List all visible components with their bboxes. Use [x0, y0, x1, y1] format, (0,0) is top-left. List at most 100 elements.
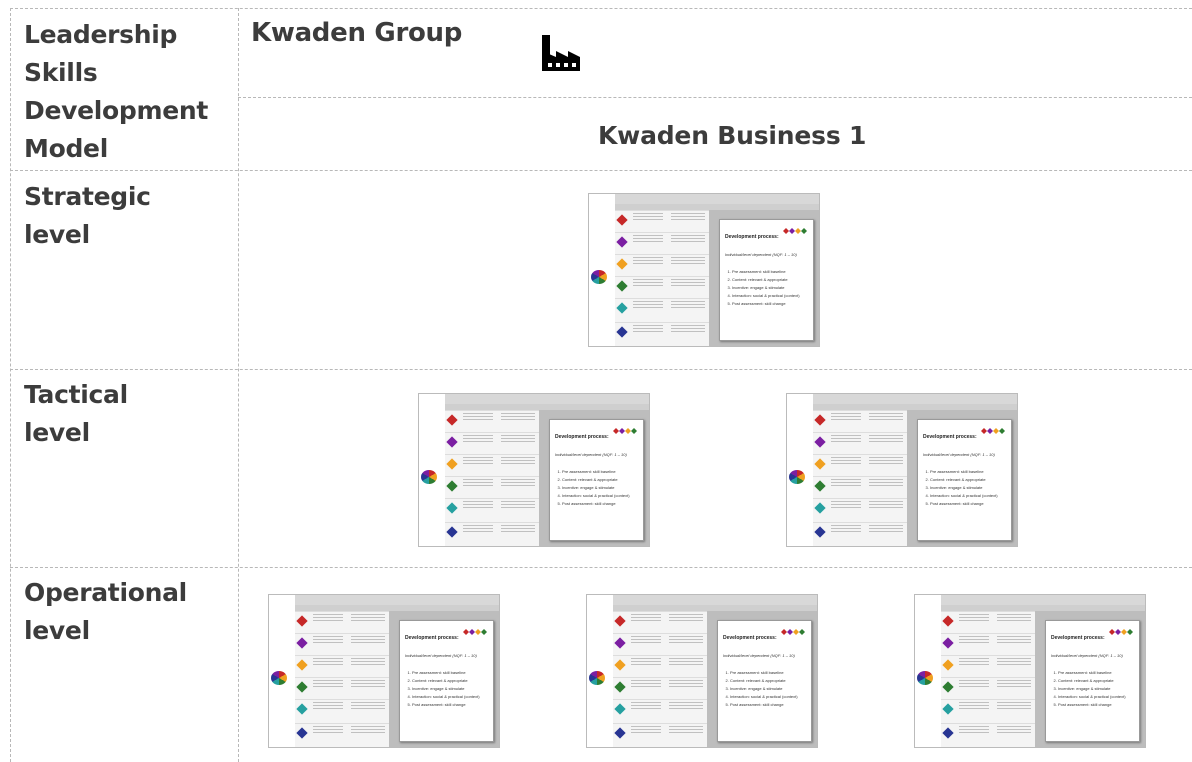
process-step: Pre assessment: skill baseline [412, 669, 480, 677]
thumbnail-model-column [587, 595, 613, 747]
process-step: Interaction: social & practical (context… [730, 693, 798, 701]
process-step: Post assessment: skill change [732, 300, 800, 308]
panel-title: Development process: [405, 635, 459, 641]
development-process-panel: Development process: Individual/level de… [917, 419, 1012, 541]
color-wheel-icon [917, 671, 933, 685]
process-steps: Pre assessment: skill baseline Content: … [1051, 669, 1126, 709]
development-model-thumbnail[interactable]: Development process: Individual/level de… [586, 594, 818, 748]
logo-icon [1109, 629, 1133, 635]
process-step: Interaction: social & practical (context… [412, 693, 480, 701]
model-title: Leadership Skills Development Model [24, 20, 209, 163]
process-step: Post assessment: skill change [1058, 701, 1126, 709]
development-model-thumbnail[interactable]: Development process: Individual/level de… [914, 594, 1146, 748]
thumbnail-development-area: Development process: Individual/level de… [707, 611, 817, 747]
thumbnail-skills-table [445, 410, 539, 546]
process-step: Pre assessment: skill baseline [730, 669, 798, 677]
process-step: Post assessment: skill change [930, 500, 998, 508]
panel-title: Development process: [555, 434, 609, 440]
process-step: Content: relevant & appropriate [732, 276, 800, 284]
panel-title: Development process: [725, 234, 779, 240]
process-steps: Pre assessment: skill baseline Content: … [405, 669, 480, 709]
logo-icon [981, 428, 1005, 434]
development-model-thumbnail[interactable]: Development process: Individual/level de… [268, 594, 500, 748]
color-wheel-icon [591, 270, 607, 284]
process-step: Interaction: social & practical (context… [732, 292, 800, 300]
factory-icon [540, 33, 582, 78]
thumbnail-model-column [419, 394, 445, 546]
process-step: Incentive: engage & stimulate [1058, 685, 1126, 693]
process-step: Interaction: social & practical (context… [1058, 693, 1126, 701]
development-process-panel: Development process: Individual/level de… [549, 419, 644, 541]
thumbnail-skills-table [813, 410, 907, 546]
thumbnail-development-area: Development process: Individual/level de… [907, 410, 1017, 546]
column-divider [10, 8, 11, 762]
thumbnail-skills-table [613, 611, 707, 747]
process-step: Pre assessment: skill baseline [1058, 669, 1126, 677]
level-label-tactical: Tactical level [24, 380, 128, 447]
process-steps: Pre assessment: skill baseline Content: … [555, 468, 630, 508]
level-label-strategic: Strategic level [24, 182, 151, 249]
process-step: Interaction: social & practical (context… [562, 492, 630, 500]
thumbnail-model-column [589, 194, 615, 346]
row-divider [238, 97, 1192, 98]
process-steps: Pre assessment: skill baseline Content: … [725, 268, 800, 308]
color-wheel-icon [589, 671, 605, 685]
process-step: Incentive: engage & stimulate [730, 685, 798, 693]
color-wheel-icon [789, 470, 805, 484]
row-divider [10, 8, 1192, 9]
process-step: Incentive: engage & stimulate [930, 484, 998, 492]
development-model-thumbnail[interactable]: Development process: Individual/level de… [786, 393, 1018, 547]
business-name: Kwaden Business 1 [598, 121, 867, 150]
thumbnail-model-column [915, 595, 941, 747]
thumbnail-skills-table [941, 611, 1035, 747]
process-steps: Pre assessment: skill baseline Content: … [723, 669, 798, 709]
process-step: Content: relevant & appropriate [562, 476, 630, 484]
color-wheel-icon [421, 470, 437, 484]
panel-subtitle: Individual/level dependent (NQF: 1 – 10) [725, 252, 797, 257]
thumbnail-skills-table [615, 210, 709, 346]
color-wheel-icon [271, 671, 287, 685]
development-process-panel: Development process: Individual/level de… [1045, 620, 1140, 742]
thumbnail-development-area: Development process: Individual/level de… [709, 210, 819, 346]
group-name: Kwaden Group [251, 18, 463, 48]
thumbnail-development-area: Development process: Individual/level de… [389, 611, 499, 747]
process-step: Interaction: social & practical (context… [930, 492, 998, 500]
logo-icon [613, 428, 637, 434]
column-divider [238, 8, 239, 762]
thumbnail-skills-table [295, 611, 389, 747]
process-step: Post assessment: skill change [412, 701, 480, 709]
panel-subtitle: Individual/level dependent (NQF: 1 – 10) [1051, 653, 1123, 658]
development-model-thumbnail[interactable]: Development process: Individual/level de… [588, 193, 820, 347]
thumbnail-model-column [269, 595, 295, 747]
logo-icon [463, 629, 487, 635]
process-step: Content: relevant & appropriate [930, 476, 998, 484]
logo-icon [783, 228, 807, 234]
process-step: Incentive: engage & stimulate [732, 284, 800, 292]
logo-icon [781, 629, 805, 635]
process-step: Pre assessment: skill baseline [732, 268, 800, 276]
process-step: Content: relevant & appropriate [1058, 677, 1126, 685]
panel-subtitle: Individual/level dependent (NQF: 1 – 10) [923, 452, 995, 457]
process-step: Incentive: engage & stimulate [562, 484, 630, 492]
process-step: Pre assessment: skill baseline [562, 468, 630, 476]
thumbnail-development-area: Development process: Individual/level de… [539, 410, 649, 546]
level-label-operational: Operational level [24, 578, 187, 645]
thumbnail-development-area: Development process: Individual/level de… [1035, 611, 1145, 747]
development-model-thumbnail[interactable]: Development process: Individual/level de… [418, 393, 650, 547]
panel-title: Development process: [923, 434, 977, 440]
process-step: Post assessment: skill change [562, 500, 630, 508]
row-divider [10, 170, 1192, 171]
panel-subtitle: Individual/level dependent (NQF: 1 – 10) [723, 653, 795, 658]
panel-title: Development process: [723, 635, 777, 641]
process-step: Post assessment: skill change [730, 701, 798, 709]
row-divider [10, 567, 1192, 568]
development-process-panel: Development process: Individual/level de… [399, 620, 494, 742]
row-divider [10, 369, 1192, 370]
process-step: Incentive: engage & stimulate [412, 685, 480, 693]
panel-title: Development process: [1051, 635, 1105, 641]
development-process-panel: Development process: Individual/level de… [719, 219, 814, 341]
panel-subtitle: Individual/level dependent (NQF: 1 – 10) [555, 452, 627, 457]
process-step: Content: relevant & appropriate [730, 677, 798, 685]
process-steps: Pre assessment: skill baseline Content: … [923, 468, 998, 508]
process-step: Content: relevant & appropriate [412, 677, 480, 685]
